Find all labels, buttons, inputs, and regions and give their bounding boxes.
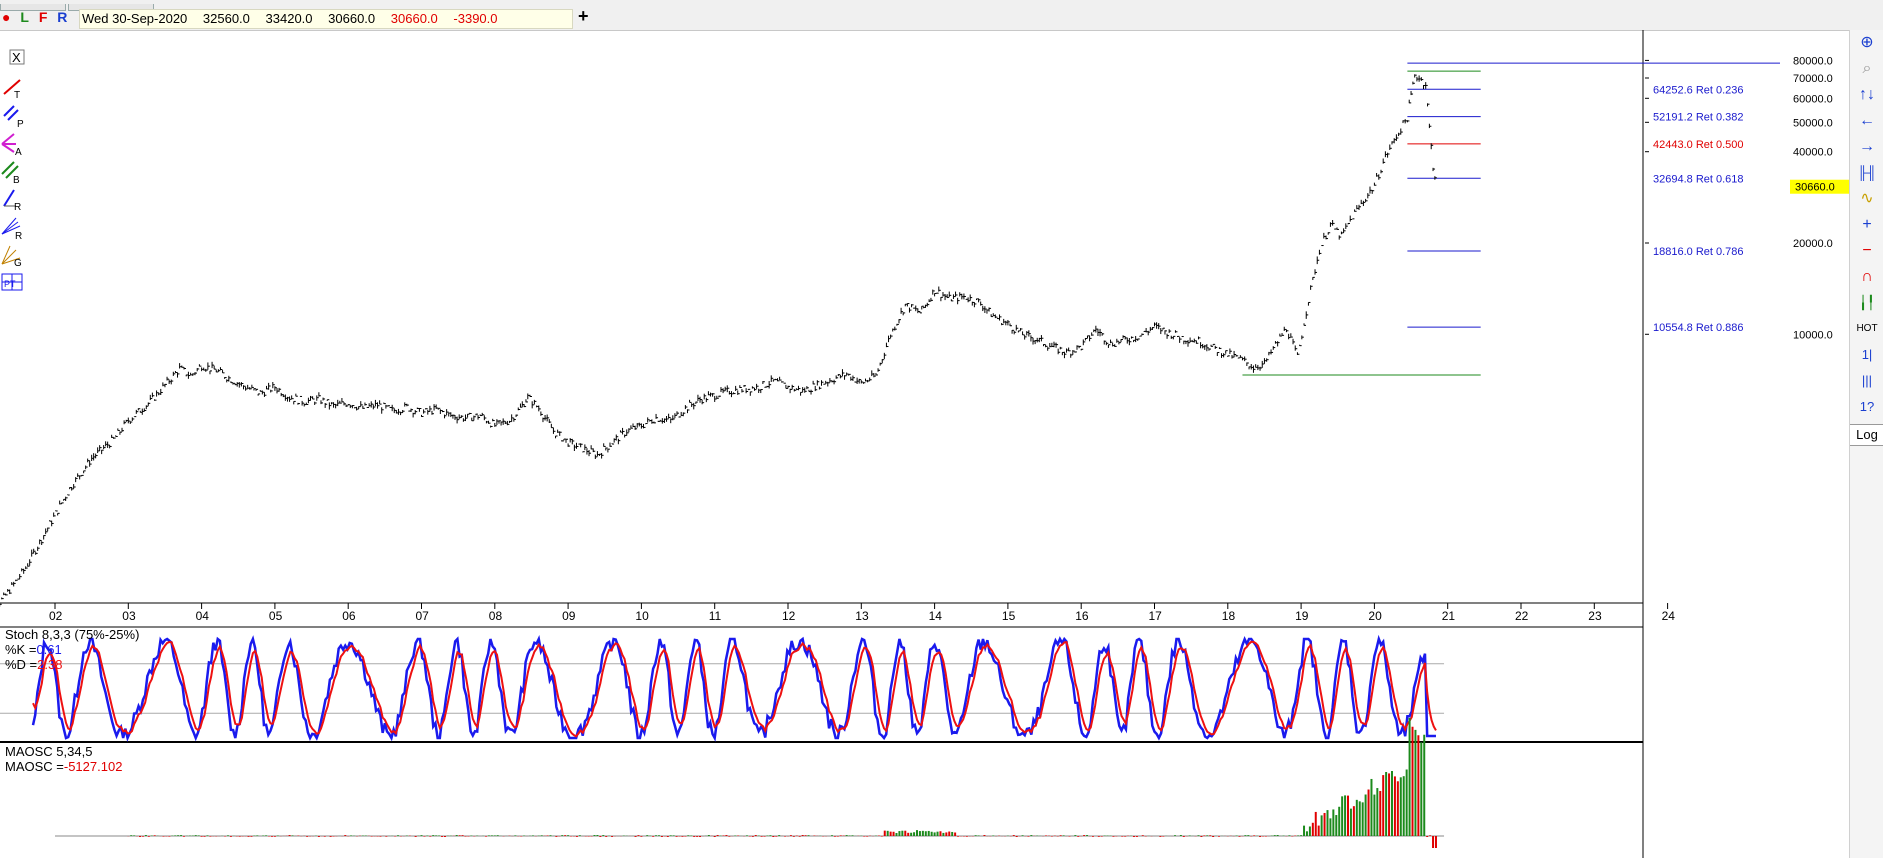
y-tick-label-5: 20000.0 (1793, 238, 1833, 250)
stoch-k-value: 0.61 (36, 642, 62, 657)
x-tick-label-13: 15 (1002, 609, 1016, 623)
maosc-value: -5127.102 (63, 759, 123, 774)
maosc-legend: MAOSC 5,34,5 MAOSC =-5127.102 (5, 744, 122, 774)
fib-level-label-1: 52191.2 Ret 0.382 (1653, 112, 1744, 124)
x-tick-label-22: 24 (1662, 609, 1676, 623)
quote-open: 32560.0 (202, 11, 250, 26)
y-tick-label-1: 70000.0 (1793, 73, 1833, 85)
quote-close: 30660.0 (390, 11, 438, 26)
quote-date: Wed 30-Sep-2020 (82, 11, 188, 26)
x-tick-label-15: 17 (1149, 609, 1163, 623)
stacked-bars-icon[interactable]: ╽╿ (1850, 290, 1883, 316)
x-tick-label-10: 12 (782, 609, 796, 623)
hot-icon[interactable]: HOT (1850, 316, 1883, 342)
price-panel: 64252.6 Ret 0.236 52191.2 Ret 0.382 42443.… (0, 30, 1849, 858)
stoch-d-label: %D = (5, 657, 38, 672)
line-icon[interactable]: ∿ (1850, 186, 1883, 212)
zoom-in-icon[interactable]: ⊕ (1850, 30, 1883, 56)
stoch-d-row: %D =2.38 (5, 657, 139, 672)
x-tick-label-2: 04 (196, 609, 210, 623)
arrow-right-icon[interactable]: → (1850, 134, 1883, 160)
scroll-arrows-icon[interactable]: ↑↓ (1850, 82, 1883, 108)
quote-high: 33420.0 (265, 11, 313, 26)
mode-buttons: ● L F R (2, 9, 73, 25)
scale-bars-2-icon[interactable]: ||| (1850, 368, 1883, 394)
maosc-label: MAOSC = (5, 759, 64, 774)
stoch-title: Stoch 8,3,3 (75%-25%) (5, 627, 140, 642)
x-tick-label-1: 03 (122, 609, 136, 623)
y-tick-label-6: 10000.0 (1793, 329, 1833, 341)
magnet-icon[interactable]: ∩ (1850, 264, 1883, 290)
x-tick-label-7: 09 (562, 609, 576, 623)
mode-l-button[interactable]: L (20, 9, 29, 25)
log-scale-button[interactable]: Log (1850, 424, 1883, 446)
y-tick-label-3: 50000.0 (1793, 117, 1833, 129)
magnifier-icon[interactable]: ⌕ (1850, 56, 1883, 82)
quote-change: -3390.0 (453, 11, 498, 26)
maosc-panel (55, 717, 1445, 848)
arrow-left-icon[interactable]: ← (1850, 108, 1883, 134)
fib-level-label-3: 32694.8 Ret 0.618 (1653, 173, 1744, 185)
mode-r-button[interactable]: R (57, 9, 67, 25)
maosc-row: MAOSC =-5127.102 (5, 759, 122, 774)
stoch-k-line (31, 634, 1436, 742)
x-tick-label-18: 20 (1368, 609, 1382, 623)
x-tick-label-4: 06 (342, 609, 356, 623)
x-tick-label-21: 23 (1588, 609, 1602, 623)
minus-icon[interactable]: − (1850, 238, 1883, 264)
stoch-k-row: %K =0.61 (5, 642, 139, 657)
x-tick-label-12: 14 (929, 609, 943, 623)
x-tick-label-0: 02 (49, 609, 63, 623)
stoch-k-label: %K = (5, 642, 37, 657)
x-tick-label-8: 10 (635, 609, 649, 623)
symbol-tabstrip[interactable] (0, 0, 170, 11)
scale-bars-3-icon[interactable]: 1? (1850, 394, 1883, 420)
maosc-title: MAOSC 5,34,5 (5, 744, 93, 759)
stoch-d-value: 2.38 (37, 657, 63, 672)
x-tick-label-5: 07 (416, 609, 430, 623)
fib-level-label-0: 64252.6 Ret 0.236 (1653, 84, 1744, 96)
top-toolbar: ● L F R Wed 30-Sep-2020 32560.0 33420.0 … (0, 0, 1883, 31)
fib-level-label-4: 18816.0 Ret 0.786 (1653, 246, 1744, 258)
plus-icon[interactable]: + (1850, 212, 1883, 238)
mode-f-button[interactable]: F (39, 9, 48, 25)
right-toolbar: ⊕ ⌕ ↑↓ ← → ╟╢ ∿ + − ∩ ╽╿ HOT 1| ||| 1? L… (1849, 30, 1883, 858)
x-tick-label-9: 11 (709, 609, 722, 623)
mode-dot-button[interactable]: ● (2, 9, 10, 25)
price-bars (0, 74, 1437, 607)
x-tick-label-19: 21 (1442, 609, 1456, 623)
chart-area[interactable]: 64252.6 Ret 0.236 52191.2 Ret 0.382 42443.… (0, 30, 1849, 858)
add-tab-button[interactable]: + (578, 6, 589, 27)
x-tick-label-3: 05 (269, 609, 283, 623)
x-tick-label-6: 08 (489, 609, 503, 623)
quote-bar: Wed 30-Sep-2020 32560.0 33420.0 30660.0 … (79, 9, 573, 29)
y-tick-label-2: 60000.0 (1793, 93, 1833, 105)
x-tick-label-20: 22 (1515, 609, 1529, 623)
x-tick-label-11: 13 (855, 609, 869, 623)
fib-level-label-2: 42443.0 Ret 0.500 (1653, 139, 1744, 151)
bars-icon[interactable]: ╟╢ (1850, 160, 1883, 186)
y-tick-label-4: 40000.0 (1793, 147, 1833, 159)
x-tick-label-14: 16 (1075, 609, 1089, 623)
stochastic-panel (0, 626, 1643, 743)
quote-low: 30660.0 (328, 11, 376, 26)
stoch-legend: Stoch 8,3,3 (75%-25%) %K =0.61 %D =2.38 (5, 627, 139, 672)
scale-bars-1-icon[interactable]: 1| (1850, 342, 1883, 368)
fib-level-label-5: 10554.8 Ret 0.886 (1653, 322, 1744, 334)
x-tick-label-17: 19 (1295, 609, 1309, 623)
x-tick-label-16: 18 (1222, 609, 1236, 623)
y-tick-label-0: 80000.0 (1793, 55, 1833, 67)
x-axis: 02 03 04 05 06 07 08 09 10 11 12 13 14 15 16 17 18 19 20 21… (49, 603, 1675, 623)
last-price-label: 30660.0 (1795, 182, 1835, 194)
